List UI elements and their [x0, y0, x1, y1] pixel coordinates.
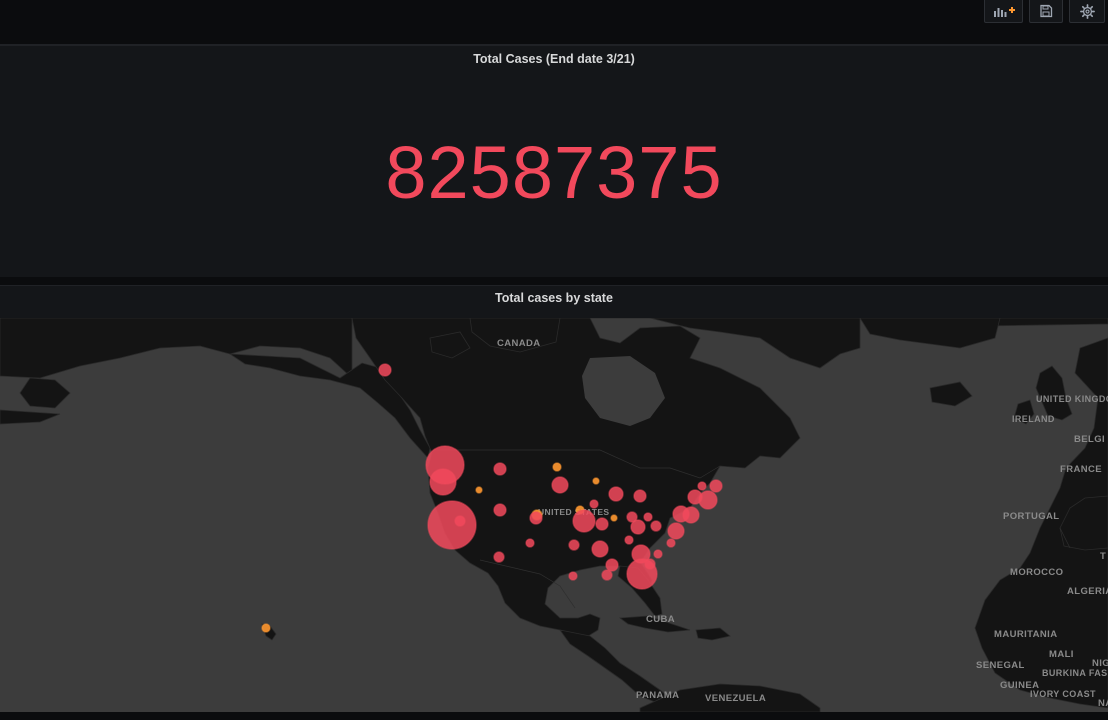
state-case-circle[interactable] — [429, 468, 457, 496]
state-case-circle[interactable] — [591, 540, 609, 558]
label-ireland: IRELAND — [1012, 414, 1055, 424]
label-algeria: ALGERIA — [1067, 586, 1108, 597]
label-united-kingdom: UNITED KINGDOM — [1036, 394, 1108, 404]
total-cases-value: 82587375 — [385, 131, 723, 214]
gear-icon — [1079, 3, 1095, 19]
state-case-circle[interactable] — [709, 479, 723, 493]
state-case-circle[interactable] — [624, 535, 634, 545]
label-mali: MALI — [1049, 649, 1074, 660]
state-case-circle[interactable] — [644, 558, 656, 570]
label-ivory-coast: IVORY COAST — [1030, 689, 1096, 699]
label-canada: CANADA — [497, 338, 541, 349]
label-panama: PANAMA — [636, 690, 679, 701]
label-belgium: BELGI — [1074, 434, 1105, 445]
label-senegal: SENEGAL — [976, 660, 1025, 671]
state-case-circle[interactable] — [529, 511, 543, 525]
state-case-circle[interactable] — [698, 490, 718, 510]
state-case-circle[interactable] — [650, 520, 662, 532]
state-case-circle[interactable] — [427, 500, 477, 550]
panel-title[interactable]: Total Cases (End date 3/21) — [0, 52, 1108, 66]
dashboard-settings-button[interactable] — [1069, 0, 1105, 23]
state-case-circle[interactable] — [378, 363, 392, 377]
state-case-circle[interactable] — [601, 569, 613, 581]
state-case-circle[interactable] — [475, 486, 483, 494]
add-panel-button[interactable] — [984, 0, 1023, 23]
state-case-circle[interactable] — [667, 522, 685, 540]
dashboard-top-bar — [0, 0, 1108, 45]
label-mauritania: MAURITANIA — [994, 629, 1057, 640]
state-case-circle[interactable] — [568, 539, 580, 551]
label-burkina-faso: BURKINA FASO — [1042, 668, 1108, 678]
state-case-circle[interactable] — [493, 503, 507, 517]
label-edge-na: NA — [1098, 698, 1108, 709]
state-case-circle[interactable] — [261, 623, 271, 633]
state-case-circle[interactable] — [608, 486, 624, 502]
label-cuba: CUBA — [646, 614, 675, 625]
state-case-circle[interactable] — [493, 551, 505, 563]
save-icon — [1040, 4, 1053, 18]
state-case-circle[interactable] — [572, 509, 596, 533]
state-case-circle[interactable] — [653, 549, 663, 559]
panel-title[interactable]: Total cases by state — [0, 291, 1108, 305]
label-edge-t: T — [1100, 551, 1106, 562]
state-case-circle[interactable] — [610, 514, 618, 522]
label-niger: NIG — [1092, 658, 1108, 669]
label-morocco: MOROCCO — [1010, 567, 1063, 578]
state-case-circle[interactable] — [551, 476, 569, 494]
add-panel-icon — [993, 7, 1015, 17]
state-case-circle[interactable] — [592, 477, 600, 485]
state-case-circle[interactable] — [595, 517, 609, 531]
state-case-circle[interactable] — [454, 515, 466, 527]
label-france: FRANCE — [1060, 464, 1102, 475]
state-case-circle[interactable] — [605, 558, 619, 572]
label-venezuela: VENEZUELA — [705, 693, 766, 704]
state-case-circle[interactable] — [589, 499, 599, 509]
state-case-circle[interactable] — [552, 462, 562, 472]
label-portugal: PORTUGAL — [1003, 511, 1060, 522]
state-case-circle[interactable] — [643, 512, 653, 522]
state-case-circle[interactable] — [630, 519, 646, 535]
state-case-circle[interactable] — [525, 538, 535, 548]
state-case-circle[interactable] — [697, 481, 707, 491]
state-case-circle[interactable] — [682, 506, 700, 524]
state-case-circle[interactable] — [568, 571, 578, 581]
worldmap[interactable]: CANADA UNITED STATES UNITED KINGDOM IREL… — [0, 318, 1108, 712]
bottom-strip — [0, 712, 1108, 720]
total-cases-stat-panel: Total Cases (End date 3/21) 82587375 — [0, 45, 1108, 277]
save-dashboard-button[interactable] — [1029, 0, 1063, 23]
state-case-circle[interactable] — [493, 462, 507, 476]
state-case-circle[interactable] — [666, 538, 676, 548]
state-case-circle[interactable] — [633, 489, 647, 503]
